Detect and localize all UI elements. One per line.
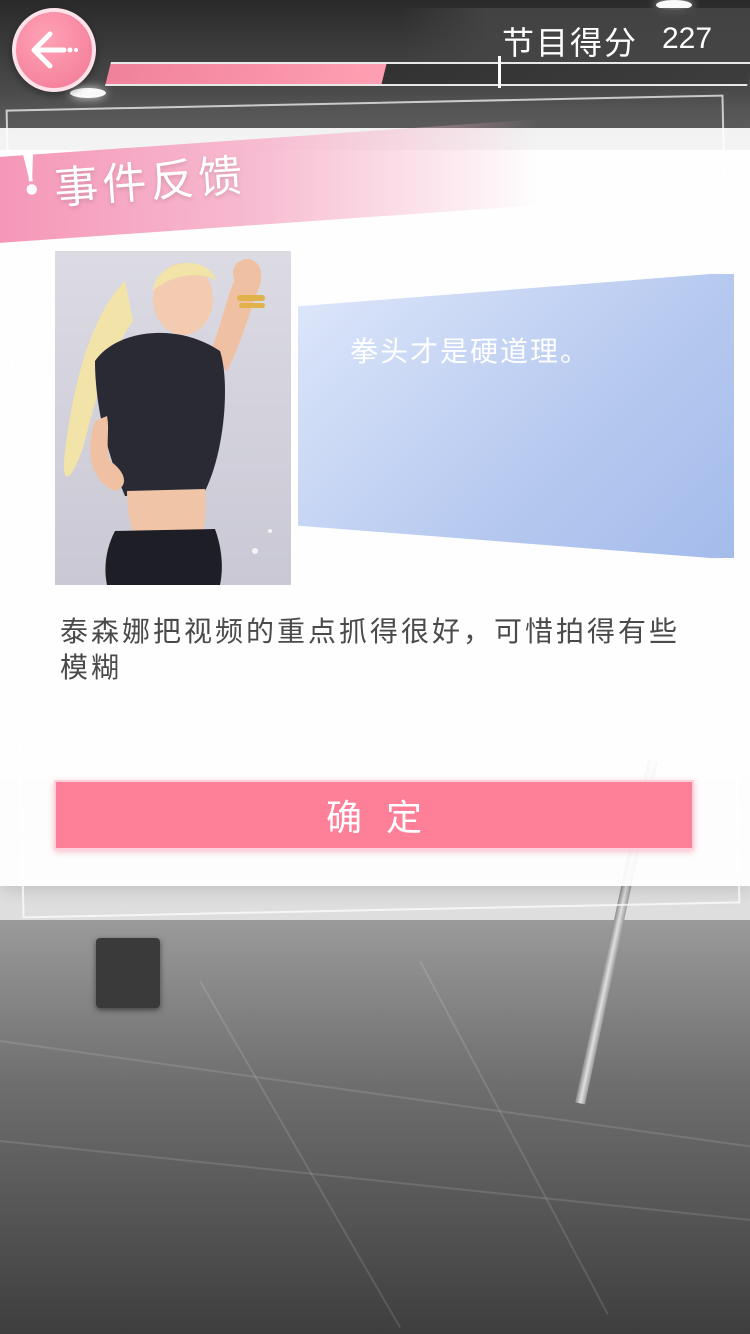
score-progress-marker	[498, 56, 501, 88]
event-feedback-text: 泰森娜把视频的重点抓得很好，可惜拍得有些模糊	[60, 615, 681, 684]
confirm-button-label: 确定	[325, 798, 446, 839]
dialog-title: 事件反馈	[52, 150, 248, 215]
back-button[interactable]	[12, 8, 96, 92]
character-illustration	[63, 259, 272, 585]
studio-equipment-box	[96, 938, 160, 1008]
score-value: 227	[662, 22, 713, 55]
speech-bubble	[296, 272, 736, 560]
confirm-button[interactable]: 确定	[54, 780, 694, 850]
back-arrow-icon	[31, 31, 78, 69]
character-speech: 拳头才是硬道理。	[350, 335, 591, 368]
score-label: 节目得分	[502, 24, 639, 62]
score-progress-fill	[105, 64, 387, 84]
ceiling-light	[70, 88, 106, 98]
score-progress-bar	[105, 62, 750, 86]
character-portrait	[52, 248, 294, 588]
